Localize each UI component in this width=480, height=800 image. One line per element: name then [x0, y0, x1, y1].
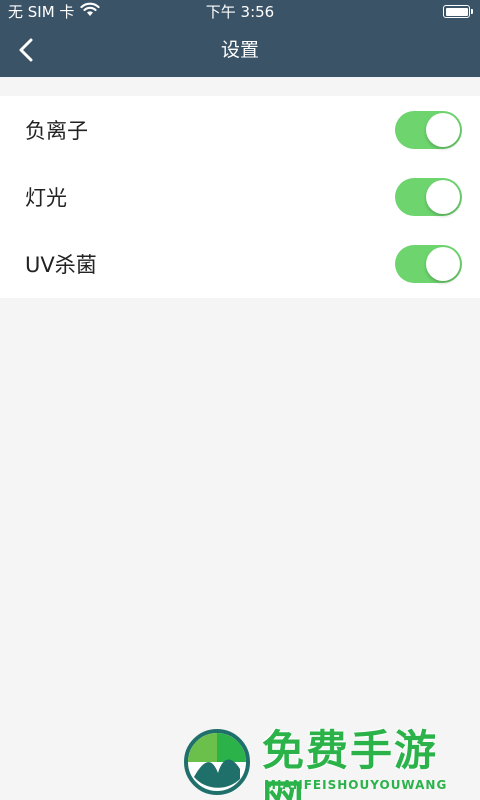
setting-row-light: 灯光 [0, 163, 480, 230]
setting-label: 灯光 [25, 185, 67, 210]
setting-row-negative-ion: 负离子 [0, 96, 480, 163]
watermark-subtitle: MIANFEISHOUYOUWANG [264, 778, 448, 792]
light-toggle[interactable] [395, 178, 462, 216]
toggle-knob [426, 180, 460, 214]
status-time: 下午 3:56 [205, 3, 275, 21]
setting-label: 负离子 [25, 118, 88, 143]
watermark-logo [184, 729, 250, 795]
status-bar: 无 SIM 卡 下午 3:56 [0, 0, 480, 24]
uv-sterilization-toggle[interactable] [395, 245, 462, 283]
toggle-knob [426, 113, 460, 147]
top-bar: 无 SIM 卡 下午 3:56 设置 [0, 0, 480, 77]
negative-ion-toggle[interactable] [395, 111, 462, 149]
toggle-knob [426, 247, 460, 281]
setting-label: UV杀菌 [25, 252, 97, 277]
setting-row-uv: UV杀菌 [0, 230, 480, 297]
page-title: 设置 [220, 39, 259, 61]
watermark: 免费手游网 MIANFEISHOUYOUWANG [182, 726, 472, 800]
settings-list: 负离子 灯光 UV杀菌 [0, 96, 480, 298]
battery-icon [443, 5, 473, 18]
nav-bar: 设置 [0, 28, 480, 72]
battery-level [445, 7, 468, 16]
